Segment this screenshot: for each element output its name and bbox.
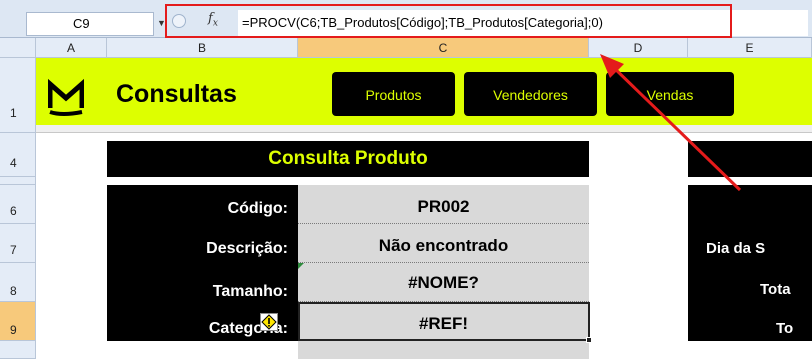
annotation-arrow-icon — [600, 54, 742, 192]
